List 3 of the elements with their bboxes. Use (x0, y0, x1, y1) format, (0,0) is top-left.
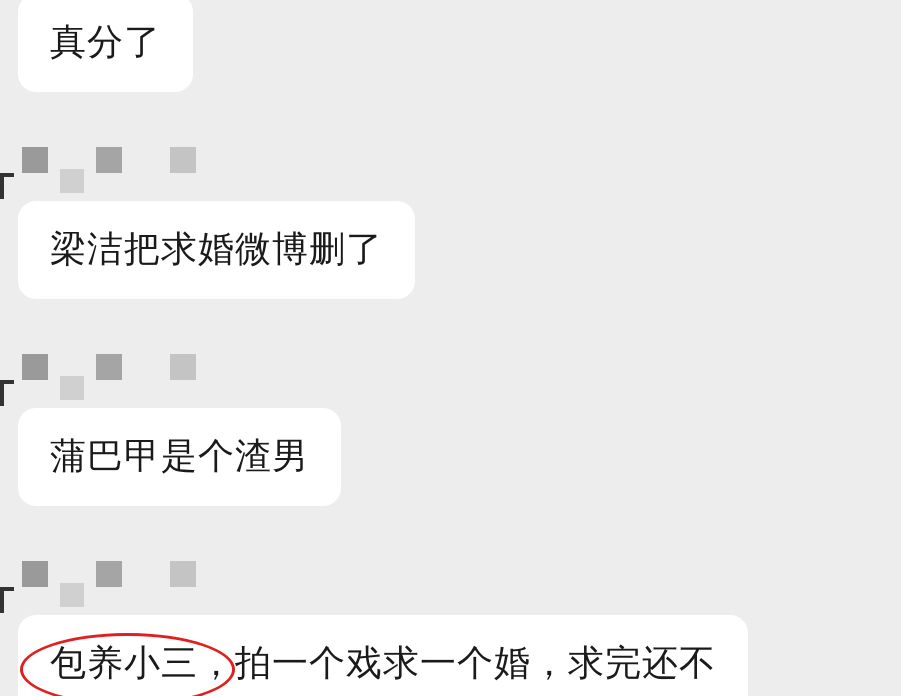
message-text: 梁洁把求婚微博删了 (50, 230, 383, 270)
message-text: 蒲巴甲是个渣男 (50, 437, 309, 477)
message-text: 真分了 (50, 23, 161, 63)
